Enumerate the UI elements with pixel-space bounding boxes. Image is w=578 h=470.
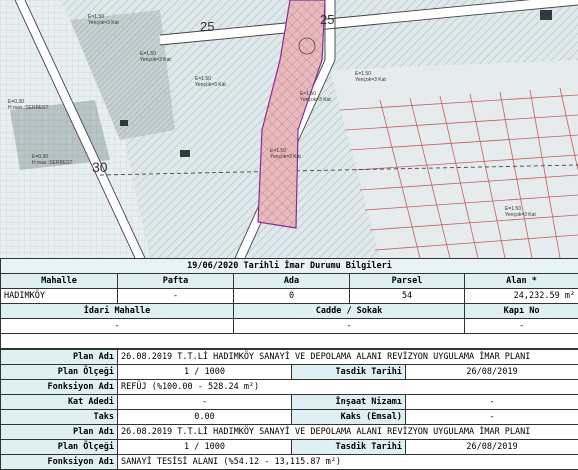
kaks-label: Kaks (Emsal): [292, 410, 406, 425]
value-pafta: -: [118, 289, 234, 304]
zoning-info-panel: 19/06/2020 Tarihli İmar Durumu Bilgileri…: [0, 258, 578, 460]
function-value: REFÜJ (%100.00 - 528.24 m²): [118, 380, 578, 395]
function-value: SANAYİ TESİSİ ALANI (%54.12 - 13,115.87 …: [118, 455, 578, 470]
value-alan: 24,232.59 m²: [465, 289, 578, 304]
construction-order-value: -: [406, 395, 578, 410]
value-parsel: 54: [350, 289, 465, 304]
approval-date-value: 26/08/2019: [406, 440, 578, 455]
plan-name-label: Plan Adı: [1, 425, 118, 440]
plan-scale-value: 1 / 1000: [118, 365, 292, 380]
floor-count-label: Kat Adedi: [1, 395, 118, 410]
plan-name-value: 26.08.2019 T.T.Lİ HADIMKÖY SANAYİ VE DEP…: [118, 425, 578, 440]
plan-scale-value: 1 / 1000: [118, 440, 292, 455]
construction-order-label: İnşaat Nizamı: [292, 395, 406, 410]
header-ada: Ada: [234, 274, 350, 289]
kaks-value: -: [406, 410, 578, 425]
plan-scale-label: Plan Ölçeği: [1, 440, 118, 455]
plan-scale-label: Plan Ölçeği: [1, 365, 118, 380]
road-label-left: 30: [92, 159, 108, 175]
header-alan: Alan *: [465, 274, 578, 289]
taks-label: Taks: [1, 410, 118, 425]
plan-block-1: Plan Adı 26.08.2019 T.T.Lİ HADIMKÖY SANA…: [0, 349, 578, 470]
parcel-label: Yençok=3 Kat: [88, 20, 119, 26]
value-ada: 0: [234, 289, 350, 304]
plan-name-label: Plan Adı: [1, 350, 118, 365]
approval-date-label: Tasdik Tarihi: [292, 440, 406, 455]
header-parsel: Parsel: [350, 274, 465, 289]
header-idari-mahalle: İdari Mahalle: [1, 304, 234, 319]
floor-count-value: -: [118, 395, 292, 410]
function-label: Fonksiyon Adı: [1, 380, 118, 395]
info-title: 19/06/2020 Tarihli İmar Durumu Bilgileri: [1, 259, 578, 274]
parcel-label: Yençok=3 Kat: [300, 97, 331, 103]
function-label: Fonksiyon Adı: [1, 455, 118, 470]
parcel-label: Yençok=3 Kat: [140, 57, 171, 63]
value-mahalle: HADIMKÖY: [1, 289, 118, 304]
road-label-top-right: 25: [320, 12, 334, 27]
zoning-info-table: 19/06/2020 Tarihli İmar Durumu Bilgileri…: [0, 258, 578, 349]
parcel-label: H max.:SERBEST: [32, 160, 73, 166]
header-pafta: Pafta: [118, 274, 234, 289]
approval-date-value: 26/08/2019: [406, 365, 578, 380]
parcel-label: Yençok=3 Kat: [505, 212, 536, 218]
header-mahalle: Mahalle: [1, 274, 118, 289]
value-kapi-no: -: [465, 319, 578, 334]
approval-date-label: Tasdik Tarihi: [292, 365, 406, 380]
value-idari-mahalle: -: [1, 319, 234, 334]
road-label-top: 25: [200, 19, 214, 34]
parcel-label: H max.:SERBEST: [8, 105, 49, 111]
header-kapi-no: Kapı No: [465, 304, 578, 319]
parcel-label: Yençok=3 Kat: [355, 77, 386, 83]
plan-name-value: 26.08.2019 T.T.Lİ HADIMKÖY SANAYİ VE DEP…: [118, 350, 578, 365]
taks-value: 0.00: [118, 410, 292, 425]
parcel-label: Yençok=3 Kat: [270, 154, 301, 160]
zoning-map[interactable]: 25 25 30 E=1.50 Yençok=3 Kat E=1.50 Yenç…: [0, 0, 578, 258]
parcel-label: Yençok=3 Kat: [195, 82, 226, 88]
value-cadde-sokak: -: [234, 319, 465, 334]
header-cadde-sokak: Cadde / Sokak: [234, 304, 465, 319]
